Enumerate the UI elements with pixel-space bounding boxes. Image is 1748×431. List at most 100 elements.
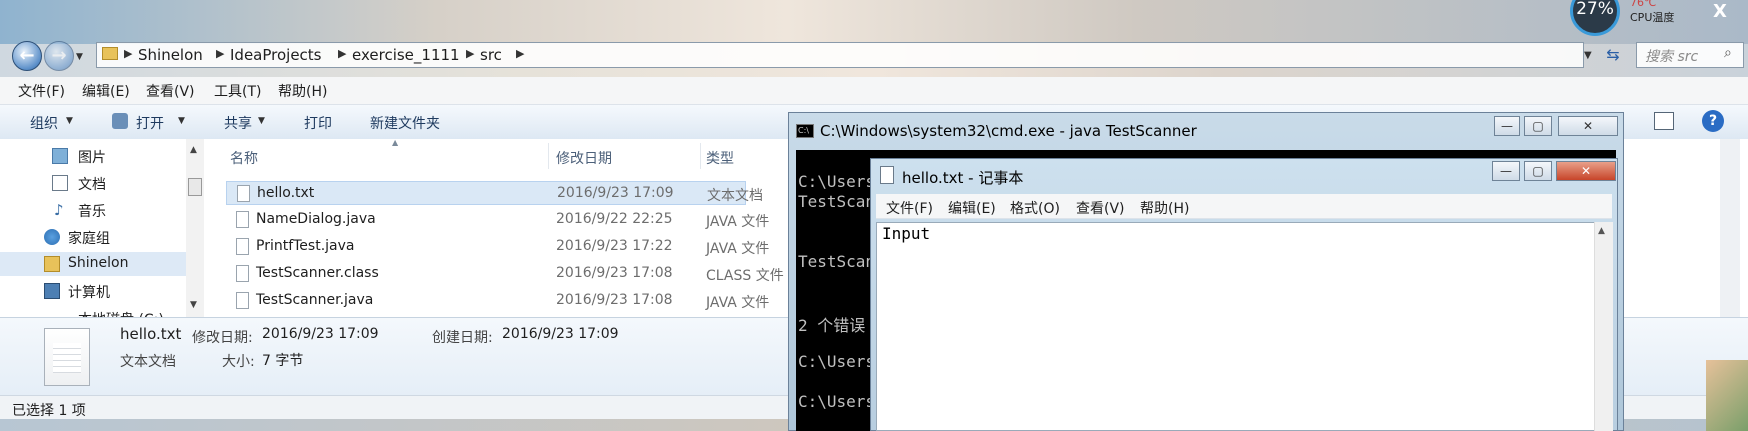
address-dropdown-icon[interactable]: ▼ — [1584, 50, 1592, 61]
nav-item-pictures[interactable]: 图片 — [0, 144, 186, 168]
file-modified: 2016/9/23 17:22 — [556, 238, 673, 254]
nav-item-label: 图片 — [78, 150, 106, 166]
print-button[interactable]: 打印 — [304, 113, 332, 133]
notepad-icon — [880, 166, 894, 184]
text-file-icon — [237, 185, 250, 202]
back-button[interactable]: ← — [12, 41, 42, 71]
cmd-title: C:\Windows\system32\cmd.exe - java TestS… — [820, 122, 1197, 140]
notepad-menu-help[interactable]: 帮助(H) — [1140, 198, 1189, 218]
nav-item-local-disk[interactable]: 本地磁盘 (C:) — [0, 306, 186, 317]
search-icon[interactable]: ⌕ — [1724, 45, 1732, 61]
file-modified: 2016/9/22 22:25 — [556, 211, 673, 227]
file-row[interactable]: NameDialog.java 2016/9/22 22:25 JAVA 文件 — [226, 208, 769, 232]
file-name: NameDialog.java — [256, 211, 376, 227]
nav-item-music[interactable]: ♪ 音乐 — [0, 198, 186, 222]
cmd-minimize-button[interactable]: — — [1494, 116, 1520, 136]
column-divider[interactable] — [548, 143, 549, 169]
column-header-modified[interactable]: 修改日期 — [556, 148, 612, 168]
menu-tools[interactable]: 工具(T) — [214, 81, 261, 101]
help-icon[interactable]: ? — [1702, 110, 1724, 132]
recent-pages-chevron-icon[interactable]: ▼ — [76, 52, 83, 62]
documents-icon — [52, 175, 68, 191]
nav-scrollbar[interactable] — [186, 139, 204, 317]
scroll-up-icon[interactable]: ▲ — [190, 145, 197, 155]
column-divider[interactable] — [700, 143, 701, 169]
user-folder-icon — [44, 256, 60, 272]
folder-icon — [102, 47, 118, 60]
column-header-type[interactable]: 类型 — [706, 148, 734, 168]
refresh-icon[interactable]: ⇆ — [1600, 42, 1626, 68]
file-row[interactable]: TestScanner.java 2016/9/23 17:08 JAVA 文件 — [226, 289, 769, 313]
notepad-content[interactable]: Input — [882, 224, 930, 243]
details-modified-value: 2016/9/23 17:09 — [262, 326, 379, 342]
notepad-title: hello.txt - 记事本 — [902, 169, 1024, 187]
file-row[interactable]: hello.txt 2016/9/23 17:09 文本文档 — [226, 181, 763, 205]
notepad-minimize-button[interactable]: — — [1492, 161, 1520, 181]
organize-dropdown-icon[interactable]: ▼ — [66, 116, 73, 126]
scroll-down-icon[interactable]: ▼ — [190, 300, 197, 310]
notepad-menu-file[interactable]: 文件(F) — [886, 198, 933, 218]
java-file-icon — [236, 211, 249, 228]
breadcrumb-separator-icon[interactable]: ▶ — [466, 47, 474, 60]
open-dropdown-icon[interactable]: ▼ — [178, 116, 185, 126]
console-line: TestScan — [798, 192, 876, 211]
notepad-menu-format[interactable]: 格式(O) — [1010, 198, 1060, 218]
menu-edit[interactable]: 编辑(E) — [82, 81, 130, 101]
explorer-close-button[interactable]: X — [1700, 0, 1740, 24]
menu-view[interactable]: 查看(V) — [146, 81, 195, 101]
notepad-maximize-button[interactable]: ▢ — [1524, 161, 1552, 181]
nav-item-shinelon[interactable]: Shinelon — [0, 252, 186, 276]
file-modified: 2016/9/23 17:08 — [556, 292, 673, 308]
cmd-maximize-button[interactable]: ▢ — [1524, 116, 1552, 136]
file-name: hello.txt — [257, 185, 315, 201]
new-folder-button[interactable]: 新建文件夹 — [370, 113, 440, 133]
organize-button[interactable]: 组织 — [30, 113, 58, 133]
file-list-scrollbar[interactable] — [1720, 139, 1740, 317]
notepad-scrollbar[interactable] — [1594, 222, 1613, 431]
scroll-up-icon[interactable]: ▲ — [1598, 226, 1605, 236]
notepad-menu-view[interactable]: 查看(V) — [1076, 198, 1125, 218]
cpu-label: CPU温度 — [1630, 11, 1675, 24]
console-line: TestScan — [798, 252, 876, 271]
nav-item-homegroup[interactable]: 家庭组 — [0, 225, 186, 249]
cmd-icon: C:\ — [796, 124, 814, 138]
notepad-text-area[interactable] — [876, 222, 1612, 431]
share-dropdown-icon[interactable]: ▼ — [258, 116, 265, 126]
nav-item-label: 家庭组 — [68, 231, 110, 247]
nav-item-computer[interactable]: 计算机 — [0, 279, 186, 303]
forward-button[interactable]: → — [44, 41, 74, 71]
breadcrumb-separator-icon[interactable]: ▶ — [516, 47, 524, 60]
java-file-icon — [236, 238, 249, 255]
preview-pane-icon[interactable] — [1654, 112, 1674, 130]
text-file-large-icon — [44, 328, 90, 386]
share-button[interactable]: 共享 — [224, 113, 252, 133]
breadcrumb-item[interactable]: exercise_1111 — [352, 46, 460, 64]
breadcrumb-separator-icon[interactable]: ▶ — [124, 47, 132, 60]
console-line: C:\Users — [798, 352, 876, 371]
menu-file[interactable]: 文件(F) — [18, 81, 65, 101]
nav-item-documents[interactable]: 文档 — [0, 171, 186, 195]
notepad-close-button[interactable]: ✕ — [1556, 161, 1616, 181]
status-text: 已选择 1 项 — [12, 403, 86, 419]
scrollbar-thumb[interactable] — [188, 178, 202, 196]
open-button[interactable]: 打开 — [136, 113, 164, 133]
menu-bar — [0, 77, 1748, 105]
column-header-name[interactable]: 名称 — [230, 148, 258, 168]
notepad-menu-edit[interactable]: 编辑(E) — [948, 198, 996, 218]
file-name: TestScanner.class — [256, 265, 379, 281]
breadcrumb-separator-icon[interactable]: ▶ — [216, 47, 224, 60]
nav-item-label: 本地磁盘 (C:) — [78, 309, 164, 317]
breadcrumb-item[interactable]: IdeaProjects — [230, 46, 322, 64]
nav-item-label: 文档 — [78, 177, 106, 193]
menu-help[interactable]: 帮助(H) — [278, 81, 327, 101]
breadcrumb-separator-icon[interactable]: ▶ — [338, 47, 346, 60]
breadcrumb-item[interactable]: Shinelon — [138, 46, 203, 64]
breadcrumb-item[interactable]: src — [480, 46, 502, 64]
details-type: 文本文档 — [120, 354, 176, 370]
file-row[interactable]: PrintfTest.java 2016/9/23 17:22 JAVA 文件 — [226, 235, 769, 259]
homegroup-icon — [44, 229, 60, 245]
file-type: 文本文档 — [707, 188, 763, 204]
file-name: TestScanner.java — [256, 292, 374, 308]
cmd-close-button[interactable]: ✕ — [1558, 116, 1618, 136]
file-row[interactable]: TestScanner.class 2016/9/23 17:08 CLASS … — [226, 262, 784, 286]
